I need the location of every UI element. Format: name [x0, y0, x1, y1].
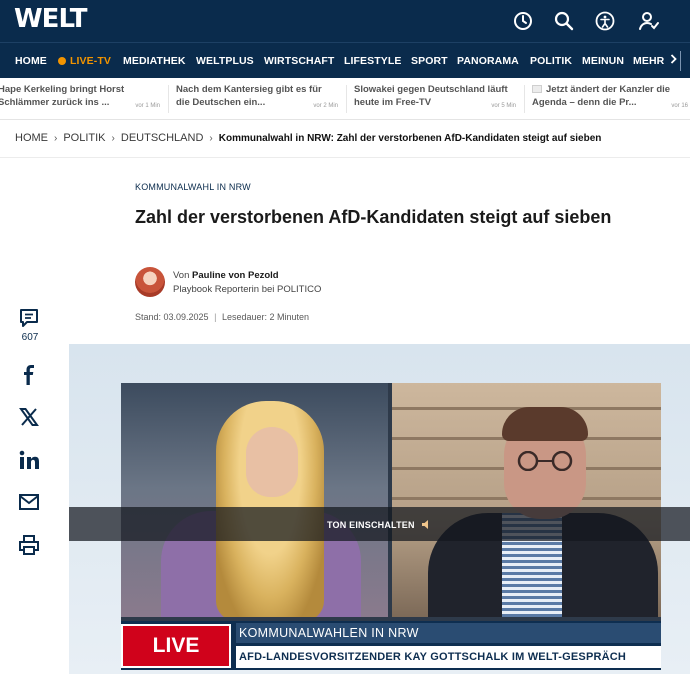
ticker-item-line1: Slowakei gegen Deutschland läuft — [354, 84, 508, 95]
accessibility-icon[interactable] — [594, 10, 616, 32]
breadcrumb-current: Kommunalwahl in NRW: Zahl der verstorben… — [218, 133, 602, 144]
article-date: Stand: 03.09.2025 — [135, 312, 209, 322]
lower-third-topline: KOMMUNALWAHLEN IN NRW — [236, 623, 661, 643]
ticker-item[interactable]: Nach dem Kantersieg gibt es für die Deut… — [176, 84, 342, 109]
chevron-right-icon: › — [111, 133, 115, 144]
author-role: Playbook Reporterin bei POLITICO — [173, 284, 322, 295]
linkedin-icon[interactable] — [17, 448, 41, 472]
ticker-item-time: vor 5 Min — [491, 103, 516, 109]
video-play-icon — [532, 85, 542, 93]
nav-item-wirtschaft[interactable]: WIRTSCHAFT — [264, 43, 334, 79]
breadcrumb-deutschland[interactable]: DEUTSCHLAND — [121, 132, 204, 144]
main-navigation: HOME LIVE-TV MEDIATHEK WELTPLUS WIRTSCHA… — [0, 42, 690, 78]
author-line: Von Pauline von Pezold — [173, 270, 279, 281]
ticker-item[interactable]: Hape Kerkeling bringt Horst Schlämmer zu… — [0, 84, 164, 109]
welt-logo[interactable]: WELT — [14, 4, 87, 34]
site-header: WELT — [0, 0, 690, 42]
ticker-item-time: vor 2 Min — [313, 103, 338, 109]
nav-item-weltplus[interactable]: WELTPLUS — [196, 43, 254, 79]
lower-third-headline: AFD-LANDESVORSITZENDER KAY GOTTSCHALK IM… — [236, 646, 661, 668]
author-prefix: Von — [173, 270, 190, 281]
breadcrumb: HOME › POLITIK › DEUTSCHLAND › Kommunalwahl in… — [15, 132, 601, 144]
nav-item-sport[interactable]: SPORT — [411, 43, 448, 79]
ticker-item-line1-text: Jetzt ändert der Kanzler die — [546, 84, 671, 95]
nav-item-mehr-label: MEHR — [633, 55, 665, 67]
author-name[interactable]: Pauline von Pezold — [192, 270, 279, 281]
ticker-item-line1: Jetzt ändert der Kanzler die — [532, 84, 690, 97]
live-dot-icon — [58, 56, 66, 65]
article-meta: Stand: 03.09.2025 | Lesedauer: 2 Minuten — [135, 312, 310, 322]
nav-item-mehr[interactable]: MEHR — [633, 43, 678, 79]
article-kicker[interactable]: KOMMUNALWAHL IN NRW — [135, 182, 251, 192]
nav-item-mediathek[interactable]: MEDIATHEK — [123, 43, 186, 79]
unmute-label: TON EINSCHALTEN — [327, 520, 415, 530]
x-icon[interactable] — [17, 405, 41, 429]
ticker-item-time: vor 16 — [671, 103, 688, 109]
clock-icon[interactable] — [512, 10, 534, 32]
nav-item-lifestyle[interactable]: LIFESTYLE — [344, 43, 402, 79]
nav-item-panorama[interactable]: PANORAMA — [457, 43, 519, 79]
ticker-item[interactable]: Slowakei gegen Deutschland läuft heute i… — [354, 84, 520, 109]
ticker-item-line1: Hape Kerkeling bringt Horst — [0, 84, 125, 95]
guest-hair — [502, 407, 588, 441]
unmute-button[interactable]: TON EINSCHALTEN — [327, 519, 432, 532]
live-badge: LIVE — [121, 624, 231, 668]
glasses — [517, 451, 573, 471]
nav-divider — [680, 51, 681, 71]
video-guest-panel — [392, 383, 661, 617]
article-read-time: Lesedauer: 2 Minuten — [221, 312, 310, 322]
ticker-divider — [524, 85, 525, 113]
ticker-item-line1: Nach dem Kantersieg gibt es für — [176, 84, 322, 95]
news-ticker: Hape Kerkeling bringt Horst Schlämmer zu… — [0, 78, 690, 120]
presenter-face — [246, 427, 298, 497]
speaker-icon — [421, 519, 432, 532]
chevron-right-icon: › — [54, 133, 58, 144]
nav-item-live-tv[interactable]: LIVE-TV — [58, 43, 111, 79]
account-icon[interactable] — [638, 10, 660, 32]
ticker-item-line2: Agenda – denn die Pr... — [532, 96, 637, 108]
ticker-item-time: vor 1 Min — [135, 103, 160, 109]
breadcrumb-home[interactable]: HOME — [15, 132, 48, 144]
video-presenter-panel — [121, 383, 388, 617]
nav-item-meinung[interactable]: MEINUN — [582, 43, 624, 79]
nav-item-live-tv-label: LIVE-TV — [70, 55, 111, 67]
chevron-right-icon: › — [209, 133, 213, 144]
author-avatar[interactable] — [135, 267, 165, 297]
breadcrumb-divider — [0, 157, 690, 158]
breadcrumb-politik[interactable]: POLITIK — [63, 132, 105, 144]
ticker-item[interactable]: Jetzt ändert der Kanzler die Agenda – de… — [532, 84, 690, 109]
ticker-divider — [168, 85, 169, 113]
comment-icon[interactable] — [17, 306, 41, 330]
nav-item-home[interactable]: HOME — [15, 43, 47, 79]
comment-count[interactable]: 607 — [18, 332, 42, 343]
mail-icon[interactable] — [17, 490, 41, 514]
search-icon[interactable] — [553, 10, 575, 32]
ticker-divider — [346, 85, 347, 113]
print-icon[interactable] — [17, 533, 41, 557]
nav-item-politik[interactable]: POLITIK — [530, 43, 572, 79]
article-headline: Zahl der verstorbenen AfD-Kandidaten ste… — [135, 207, 612, 227]
chevron-right-icon — [670, 43, 678, 79]
facebook-icon[interactable] — [17, 363, 41, 387]
